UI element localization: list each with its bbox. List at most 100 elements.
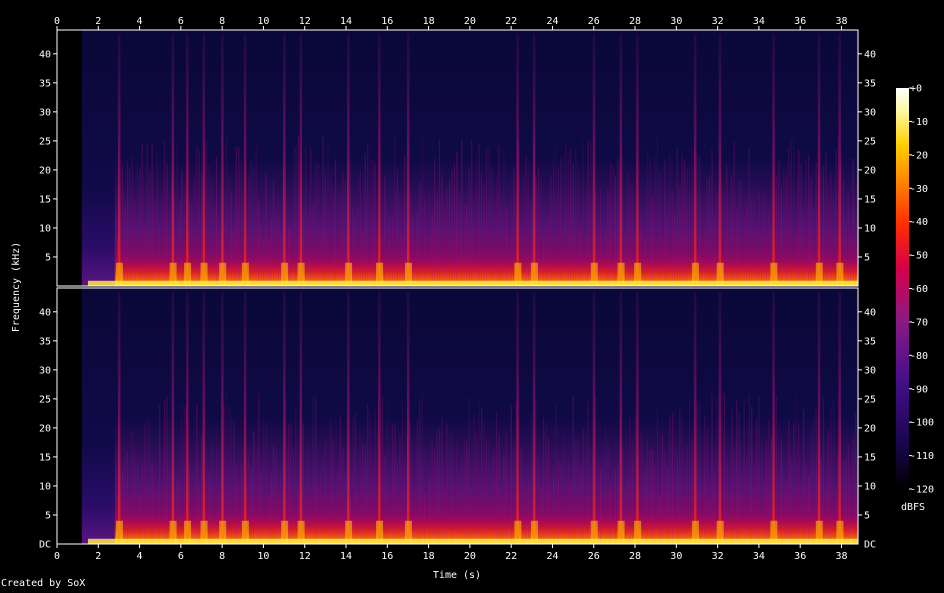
texture-streak	[664, 160, 666, 286]
texture-streak	[441, 418, 443, 544]
texture-streak	[149, 420, 151, 544]
x-tick-label-bottom: 2	[95, 551, 101, 562]
texture-streak	[763, 197, 765, 286]
texture-streak	[134, 452, 136, 544]
texture-streak	[240, 160, 242, 286]
x-tick-label-bottom: 14	[340, 551, 352, 562]
transient-streak	[838, 292, 841, 544]
texture-streak	[476, 432, 478, 544]
texture-streak	[495, 412, 498, 544]
transient-streak	[299, 292, 303, 544]
texture-streak	[238, 481, 240, 544]
texture-streak	[466, 203, 468, 286]
texture-streak	[426, 497, 428, 544]
texture-streak	[263, 422, 265, 544]
x-tick-label-top: 6	[178, 16, 184, 27]
texture-streak	[468, 165, 470, 286]
texture-streak	[290, 422, 292, 544]
channel-1-spectrogram	[56, 29, 859, 287]
silence-region	[57, 288, 82, 544]
texture-streak	[485, 148, 488, 286]
texture-streak	[542, 234, 545, 286]
transient-streak	[406, 292, 410, 544]
texture-streak	[572, 395, 574, 544]
texture-streak	[342, 170, 344, 286]
texture-streak	[260, 468, 262, 544]
transient-streak	[202, 34, 206, 286]
texture-streak	[850, 234, 852, 286]
texture-streak	[788, 146, 790, 286]
texture-streak	[808, 475, 810, 544]
texture-streak	[215, 432, 218, 544]
texture-streak	[607, 441, 609, 544]
texture-streak	[161, 491, 163, 544]
texture-streak	[790, 138, 792, 286]
texture-streak	[654, 462, 656, 544]
texture-streak	[495, 178, 498, 286]
texture-streak	[339, 192, 342, 286]
texture-streak	[805, 158, 807, 286]
texture-streak	[642, 437, 644, 544]
x-axis-label: Time (s)	[433, 570, 481, 581]
texture-streak	[461, 139, 463, 286]
texture-streak	[751, 198, 753, 286]
texture-streak	[399, 435, 401, 544]
texture-streak	[265, 173, 267, 286]
texture-streak	[158, 404, 161, 544]
texture-streak	[481, 406, 483, 544]
texture-streak	[689, 165, 691, 286]
texture-streak	[570, 483, 572, 544]
texture-streak	[317, 485, 319, 544]
transient-streak	[221, 34, 224, 286]
transient-streak	[186, 292, 189, 544]
texture-streak	[436, 430, 438, 544]
spectrogram-figure: 4035302520151054035302520151054035302520…	[11, 16, 934, 581]
texture-streak	[614, 469, 617, 544]
texture-streak	[540, 485, 542, 544]
texture-streak	[230, 413, 233, 544]
texture-streak	[136, 166, 138, 286]
texture-streak	[471, 139, 473, 286]
texture-streak	[768, 420, 770, 544]
texture-streak	[525, 490, 527, 544]
dc-label-left: DC	[39, 540, 51, 551]
texture-streak	[136, 458, 138, 544]
texture-streak	[178, 201, 181, 286]
texture-streak	[629, 182, 631, 286]
texture-streak	[656, 408, 659, 544]
texture-streak	[357, 492, 359, 544]
texture-streak	[780, 188, 782, 286]
colorbar-ticks: +0 -10 -20 -30 -40 -50 -60 -70 -80 -90 -100 -110 -12…	[909, 84, 934, 496]
texture-streak	[602, 446, 604, 544]
texture-streak	[855, 230, 857, 286]
dc-label-right: DC	[864, 540, 876, 551]
texture-streak	[557, 167, 560, 286]
texture-streak	[651, 449, 654, 544]
texture-streak	[208, 165, 210, 286]
texture-streak	[582, 139, 584, 286]
texture-streak	[453, 163, 455, 286]
texture-streak	[401, 233, 403, 286]
texture-streak	[607, 190, 609, 286]
texture-streak	[632, 438, 634, 544]
texture-streak	[726, 166, 728, 286]
colorbar-tick-label: -40	[910, 217, 928, 228]
texture-streak	[399, 198, 401, 286]
transient-streak	[592, 34, 596, 286]
texture-streak	[758, 395, 760, 544]
texture-streak	[374, 163, 376, 286]
y-tick-label-left: 40	[39, 307, 51, 318]
x-tick-label-bottom: 24	[546, 551, 558, 562]
texture-streak	[731, 409, 733, 544]
transient-streak	[619, 34, 623, 286]
texture-streak	[443, 203, 446, 286]
texture-streak	[785, 174, 787, 286]
bass-line	[87, 538, 858, 544]
texture-streak	[513, 167, 515, 286]
texture-streak	[503, 147, 505, 286]
texture-streak	[208, 472, 210, 544]
texture-streak	[191, 472, 193, 544]
texture-streak	[151, 463, 153, 544]
transient-streak	[772, 292, 775, 544]
texture-streak	[810, 428, 812, 544]
